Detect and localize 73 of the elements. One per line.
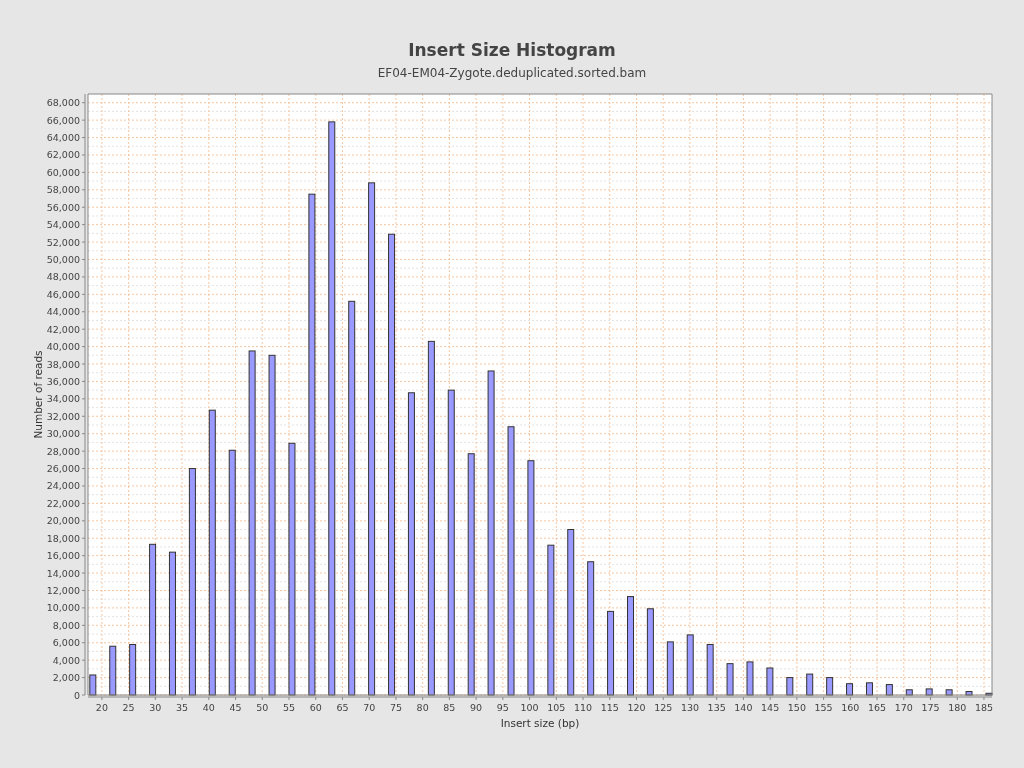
x-tick-label: 55 (282, 702, 296, 713)
x-tick-label: 100 (520, 702, 539, 713)
x-tick-label: 50 (256, 702, 269, 713)
x-tick-label: 105 (547, 702, 566, 713)
y-tick-label: 14,000 (46, 567, 80, 579)
x-tick-label: 20 (95, 702, 108, 713)
y-axis-title: Number of reads (32, 350, 44, 439)
x-tick-label: 75 (389, 702, 402, 713)
x-tick-label: 95 (496, 702, 509, 713)
x-tick-label: 185 (974, 702, 994, 713)
x-tick-label: 140 (734, 702, 753, 713)
y-tick-label: 60,000 (46, 166, 80, 178)
y-tick-label: 2,000 (52, 672, 80, 684)
x-tick-label: 85 (443, 702, 456, 713)
x-tick-label: 170 (894, 702, 913, 713)
y-tick-label: 22,000 (46, 497, 80, 509)
x-tick-label: 65 (336, 702, 349, 713)
x-tick-label: 25 (122, 702, 135, 713)
x-tick-label: 120 (627, 702, 646, 713)
y-tick-label: 62,000 (46, 149, 80, 161)
x-tick-label: 150 (787, 702, 806, 713)
chart-subtitle: EF04-EM04-Zygote.deduplicated.sorted.bam (377, 66, 647, 80)
x-tick-label: 80 (416, 702, 429, 713)
x-tick-label: 70 (363, 702, 376, 713)
y-tick-label: 12,000 (46, 585, 80, 596)
y-tick-label: 48,000 (46, 271, 80, 283)
x-tick-label: 180 (948, 702, 967, 713)
x-tick-label: 160 (841, 702, 860, 713)
y-tick-label: 44,000 (46, 306, 80, 318)
y-tick-label: 64,000 (46, 132, 80, 144)
x-tick-label: 165 (868, 702, 887, 713)
x-tick-label: 155 (814, 702, 833, 713)
y-tick-label: 66,000 (46, 114, 80, 126)
y-tick-label: 34,000 (46, 393, 80, 405)
y-tick-label: 16,000 (46, 550, 80, 562)
y-tick-label: 28,000 (46, 445, 80, 457)
y-tick-label: 18,000 (46, 532, 80, 544)
y-tick-label: 20,000 (46, 515, 80, 527)
y-tick-label: 6,000 (52, 637, 80, 649)
y-tick-label: 4,000 (52, 654, 80, 666)
x-tick-label: 145 (761, 702, 780, 713)
y-tick-label: 32,000 (46, 410, 80, 422)
y-tick-label: 38,000 (46, 358, 80, 370)
y-tick-label: 50,000 (46, 254, 80, 265)
x-tick-label: 90 (470, 702, 483, 713)
y-tick-label: 10,000 (46, 602, 80, 614)
y-tick-label: 30,000 (46, 428, 80, 440)
x-tick-label: 130 (680, 702, 699, 713)
y-tick-label: 68,000 (46, 97, 80, 109)
y-tick-label: 40,000 (46, 341, 80, 353)
y-tick-label: 58,000 (46, 184, 80, 196)
x-tick-label: 60 (309, 702, 322, 713)
y-tick-label: 26,000 (46, 463, 80, 475)
x-tick-label: 115 (600, 702, 619, 713)
y-tick-label: 24,000 (46, 480, 80, 492)
x-tick-label: 125 (654, 702, 673, 713)
x-axis-title: Insert size (bp) (500, 717, 580, 729)
y-tick-label: 52,000 (46, 236, 80, 248)
y-tick-label: 36,000 (46, 375, 80, 387)
y-tick-label: 0 (73, 689, 80, 701)
x-tick-label: 135 (707, 702, 726, 713)
y-tick-label: 54,000 (46, 219, 80, 231)
y-tick-label: 42,000 (46, 323, 80, 335)
x-tick-label: 35 (176, 702, 189, 713)
x-tick-label: 30 (149, 702, 162, 713)
y-tick-label: 56,000 (46, 201, 80, 213)
chart-title: Insert Size Histogram (408, 40, 616, 60)
x-tick-label: 175 (921, 702, 940, 713)
y-tick-label: 46,000 (46, 288, 80, 300)
x-tick-label: 45 (229, 702, 242, 713)
x-tick-label: 110 (573, 702, 593, 713)
y-tick-label: 8,000 (52, 619, 80, 631)
x-tick-label: 40 (202, 702, 215, 713)
